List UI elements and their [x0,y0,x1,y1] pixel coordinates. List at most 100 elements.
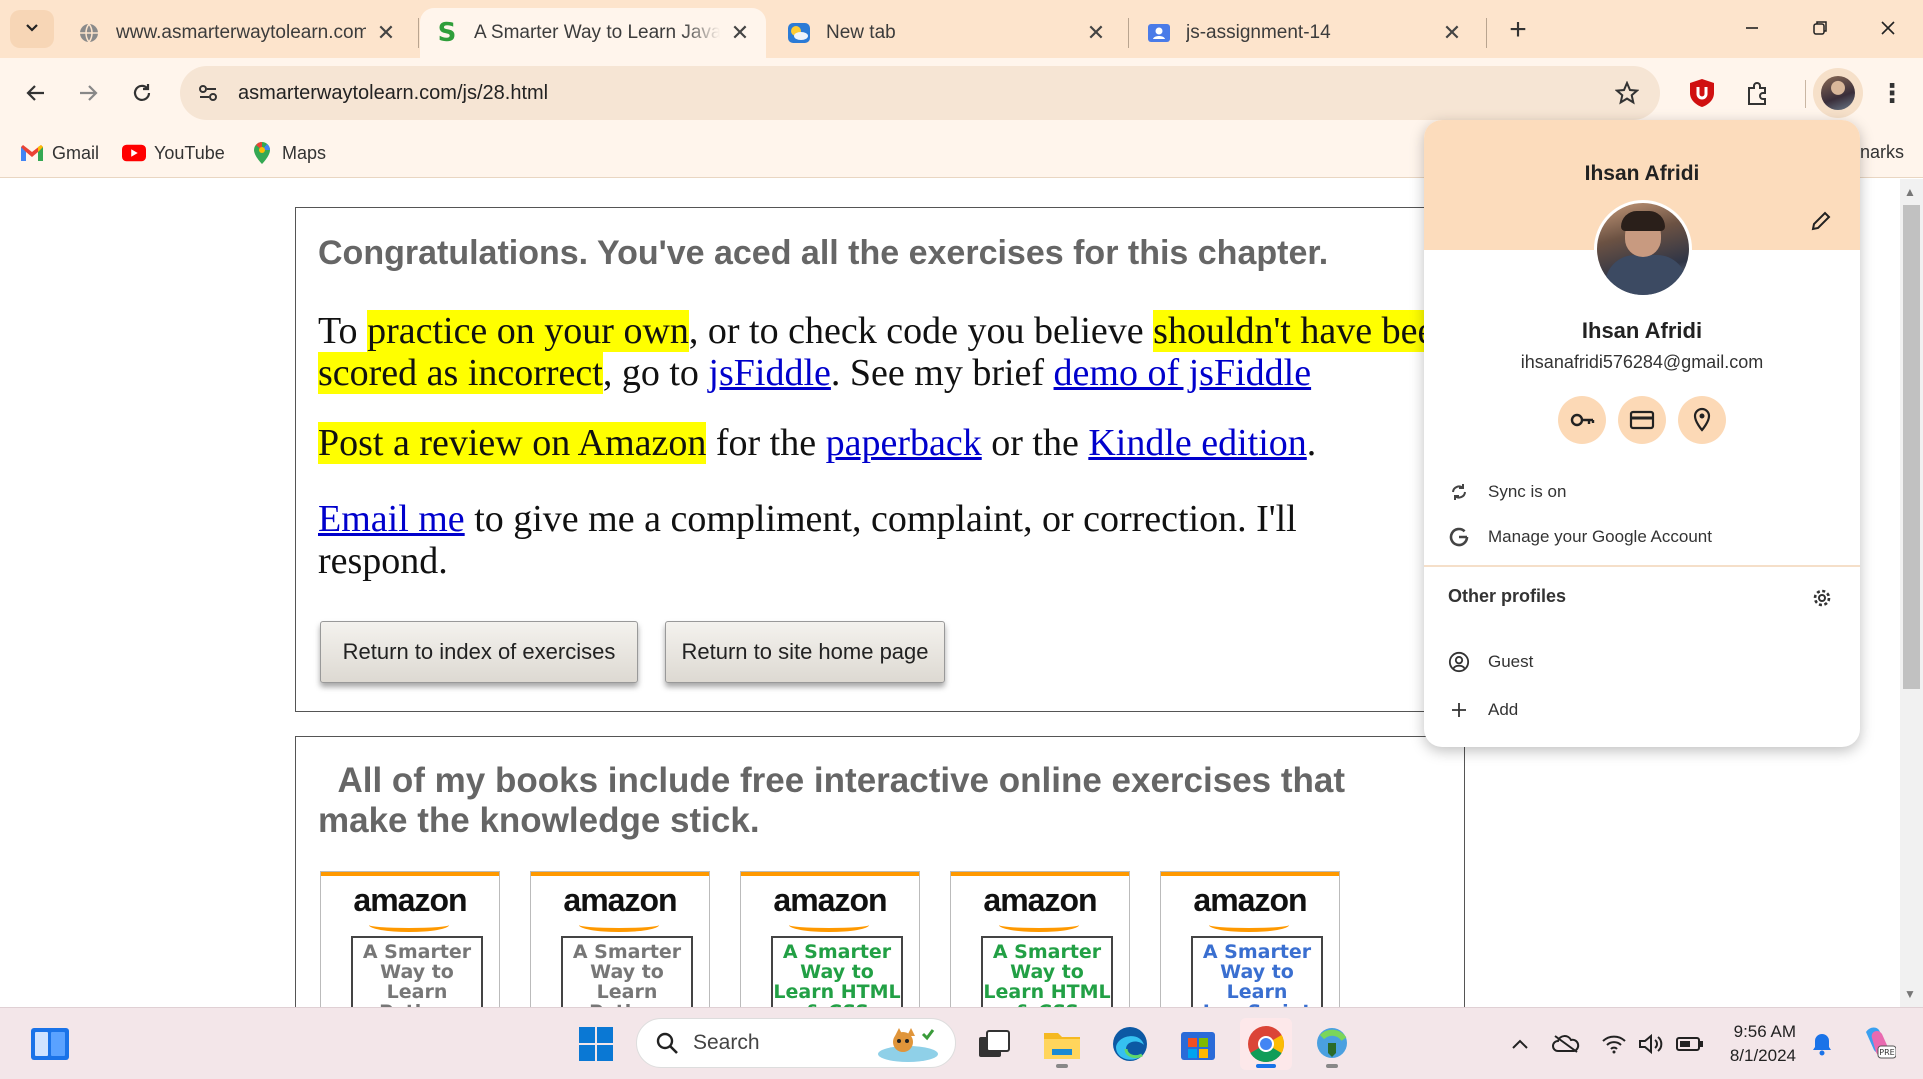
taskbar-search[interactable]: Search [636,1018,956,1068]
svg-text:PRE: PRE [1879,1048,1894,1057]
amazon-smile-icon [999,918,1079,932]
idm-download-icon[interactable] [1306,1018,1358,1070]
add-profile-row[interactable]: Add [1448,690,1838,730]
tab-strip: www.asmarterwaytolearn.com ✕ S A Smarter… [0,0,1923,58]
file-explorer-icon[interactable] [1036,1018,1088,1070]
text: . See my brief [830,352,1054,394]
scroll-up-icon[interactable]: ▲ [1904,185,1916,199]
email-me-link[interactable]: Email me [318,498,465,540]
bookmark-gmail[interactable]: Gmail [20,136,99,170]
reload-icon [133,84,151,101]
book-card[interactable]: amazon A Smarter Way to Learn JavaScript [1160,871,1340,1007]
bookmark-label: Maps [282,142,327,163]
scrollbar-thumb[interactable] [1903,205,1920,689]
close-window-button[interactable] [1854,6,1922,50]
bookmark-maps[interactable]: Maps [250,136,326,170]
url-text[interactable]: asmarterwaytolearn.com/js/28.html [238,82,548,105]
edit-pencil-icon[interactable] [1804,204,1838,238]
profile-avatar-button[interactable] [1813,68,1863,118]
book-card[interactable]: amazon A Smarter Way to Learn Python [320,871,500,1007]
guest-profile-row[interactable]: Guest [1448,642,1838,682]
new-tab-button[interactable]: + [1500,12,1536,48]
chevron-down-icon [24,19,40,40]
google-g-icon [1448,526,1470,548]
return-index-button[interactable]: Return to index of exercises [320,621,638,683]
gear-icon[interactable] [1810,586,1834,610]
amazon-logo: amazon [773,882,887,918]
clock-time: 9:56 AM [1733,1022,1796,1041]
close-icon[interactable]: ✕ [1440,20,1464,45]
jsfiddle-link[interactable]: jsFiddle [708,352,830,394]
system-clock[interactable]: 9:56 AM 8/1/2024 [1716,1020,1796,1068]
taskbar: Search 9:56 AM 8/1/2024 PRE [0,1007,1923,1079]
volume-icon[interactable] [1636,1028,1668,1060]
guest-person-icon [1448,651,1470,673]
onedrive-offline-icon[interactable] [1550,1028,1582,1060]
clock-date: 8/1/2024 [1729,1046,1796,1065]
minimize-button[interactable] [1718,6,1786,50]
forward-button[interactable] [66,71,110,115]
profile-avatar [1594,200,1692,298]
amazon-smile-icon [579,918,659,932]
book-card[interactable]: amazon A Smarter Way to Learn Python [530,871,710,1007]
sync-row[interactable]: Sync is on [1448,472,1838,512]
profile-header-name: Ihsan Afridi [1584,162,1700,185]
demo-jsfiddle-link[interactable]: demo of jsFiddle [1054,352,1312,394]
widgets-icon[interactable] [24,1018,76,1070]
other-profiles-heading: Other profiles [1448,586,1567,606]
addresses-pin-icon[interactable] [1678,396,1726,444]
kindle-edition-link[interactable]: Kindle edition [1088,422,1306,464]
search-label: Search [693,1031,760,1054]
wifi-icon[interactable] [1598,1028,1630,1060]
tab-new-tab[interactable]: New tab ✕ [772,8,1122,58]
text: or the [981,422,1089,464]
restore-icon [1813,21,1827,35]
edge-browser-icon[interactable] [1104,1018,1156,1070]
battery-icon[interactable] [1674,1028,1706,1060]
tab-js-assignment[interactable]: js-assignment-14 ✕ [1132,8,1478,58]
notification-bell-icon[interactable] [1806,1028,1838,1060]
microsoft-store-icon[interactable] [1172,1018,1224,1070]
restore-button[interactable] [1786,6,1854,50]
bookmark-youtube[interactable]: YouTube [122,136,225,170]
back-button[interactable] [14,71,58,115]
close-icon[interactable]: ✕ [1084,20,1108,45]
tab-asmarterwaytolearn[interactable]: www.asmarterwaytolearn.com ✕ [62,8,412,58]
amazon-logo: amazon [983,882,1097,918]
close-icon[interactable]: ✕ [728,20,752,45]
books-heading: All of my books include free interactive… [318,761,1418,841]
book-card[interactable]: amazon A Smarter Way to Learn HTML & CSS [950,871,1130,1007]
close-icon[interactable]: ✕ [374,20,398,45]
payment-card-icon[interactable] [1618,396,1666,444]
return-home-button[interactable]: Return to site home page [665,621,945,683]
all-bookmarks-label[interactable]: narks [1860,142,1904,163]
tab-search-button[interactable] [10,10,54,48]
tab-smarter-way-js[interactable]: S A Smarter Way to Learn JavaScript ✕ [420,8,766,58]
more-menu-icon[interactable]: ⋮ [1872,73,1912,113]
s-logo-icon: S [437,18,457,48]
plus-icon [1448,699,1470,721]
address-bar[interactable]: asmarterwaytolearn.com/js/28.html [180,66,1660,120]
manage-account-row[interactable]: Manage your Google Account [1448,517,1838,557]
chevron-up-icon[interactable] [1504,1028,1536,1060]
tab-title: js-assignment-14 [1186,22,1331,43]
book-cover-title: A Smarter Way to Learn Python [561,936,693,1007]
page-scrollbar[interactable]: ▲ ▼ [1900,179,1923,1007]
bookmark-label: Gmail [52,142,100,163]
scroll-down-icon[interactable]: ▼ [1904,987,1916,1001]
extensions-puzzle-icon[interactable] [1738,73,1778,113]
start-windows-icon[interactable] [570,1018,622,1070]
arrow-right-icon [80,85,98,101]
passwords-key-icon[interactable] [1558,396,1606,444]
bookmark-star-icon[interactable] [1612,78,1642,108]
copilot-icon[interactable]: PRE [1858,1022,1898,1062]
site-info-icon[interactable] [188,73,228,113]
book-cover-title: A Smarter Way to Learn HTML & CSS [981,936,1113,1007]
reload-button[interactable] [120,71,164,115]
book-card[interactable]: amazon A Smarter Way to Learn HTML & CSS [740,871,920,1007]
practice-paragraph: To practice on your own, or to check cod… [318,310,1458,394]
task-view-icon[interactable] [968,1018,1020,1070]
ublock-extension-icon[interactable] [1682,73,1722,113]
chrome-icon[interactable] [1240,1018,1292,1070]
paperback-link[interactable]: paperback [826,422,982,464]
